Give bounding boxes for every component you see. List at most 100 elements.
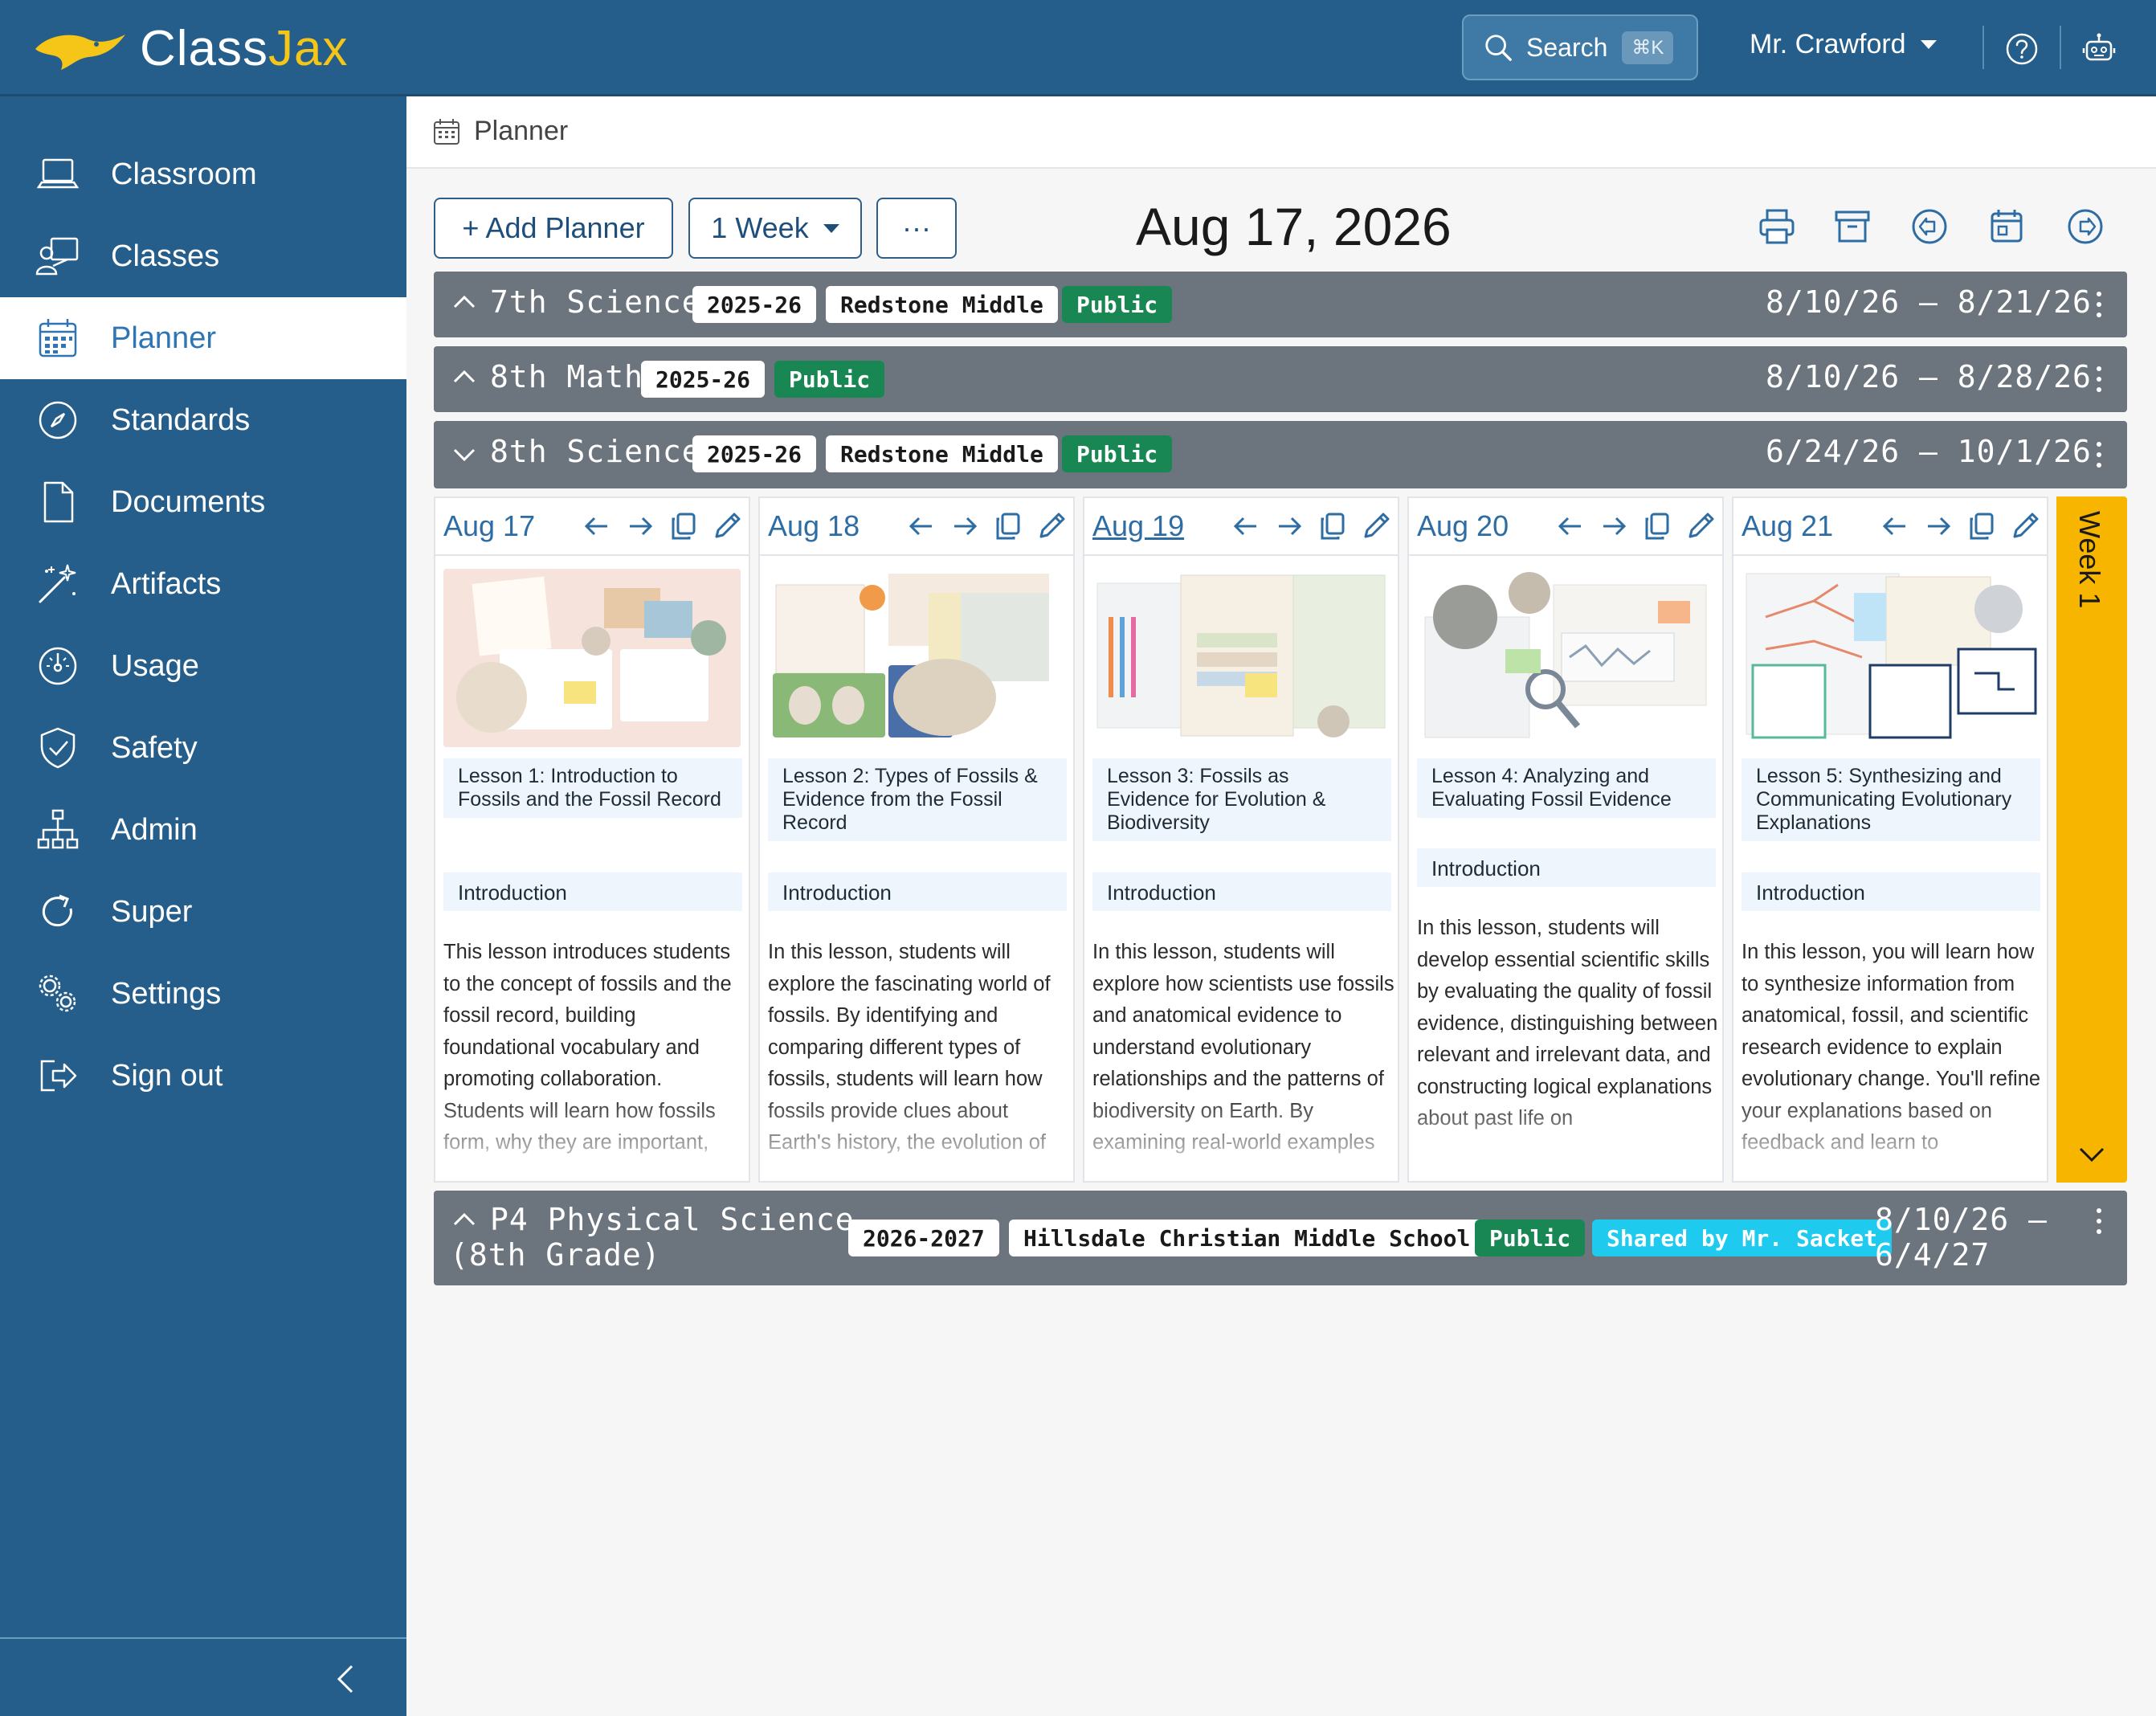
- sidebar-item-sign-out[interactable]: Sign out: [0, 1035, 406, 1117]
- chevron-up-icon[interactable]: [451, 1207, 477, 1232]
- section-label: Introduction: [1742, 872, 2040, 911]
- sidebar-item-admin[interactable]: Admin: [0, 789, 406, 871]
- sidebar-item-usage[interactable]: Usage: [0, 625, 406, 707]
- school-badge: Redstone Middle: [826, 286, 1058, 323]
- planner-title-line-2: (8th Grade): [450, 1237, 661, 1273]
- kebab-menu-icon[interactable]: [2095, 290, 2103, 319]
- lesson-thumbnail[interactable]: [1092, 569, 1390, 747]
- add-planner-button[interactable]: + Add Planner: [434, 198, 673, 259]
- arrow-left-icon[interactable]: [582, 511, 612, 541]
- planner-bar-p4-physical-science[interactable]: P4 Physical Science (8th Grade) 2026-202…: [434, 1191, 2127, 1285]
- copy-icon[interactable]: [993, 511, 1023, 541]
- kebab-menu-icon[interactable]: [2095, 365, 2103, 394]
- arrow-right-icon[interactable]: [949, 511, 980, 541]
- planner-bar-7th-science[interactable]: 7th Science 2025-26 Redstone Middle Publ…: [434, 272, 2127, 337]
- copy-icon[interactable]: [1966, 511, 1997, 541]
- arrow-right-icon[interactable]: [1274, 511, 1305, 541]
- sidebar-item-classroom[interactable]: Classroom: [0, 133, 406, 215]
- week-strip[interactable]: Week 1: [2056, 496, 2127, 1183]
- chevron-up-icon[interactable]: [451, 364, 477, 390]
- arrow-right-icon[interactable]: [1923, 511, 1954, 541]
- chevron-up-icon[interactable]: [451, 289, 477, 315]
- lesson-thumbnail[interactable]: [443, 569, 741, 747]
- copy-icon[interactable]: [1317, 511, 1348, 541]
- sidebar-item-artifacts[interactable]: Artifacts: [0, 543, 406, 625]
- pencil-icon[interactable]: [1685, 511, 1716, 541]
- archive-icon[interactable]: [1833, 207, 1872, 246]
- next-arrow-circle-icon[interactable]: [2066, 207, 2105, 246]
- magic-wand-icon: [39, 564, 76, 603]
- sidebar-item-label: Documents: [111, 484, 266, 519]
- app-logo[interactable]: ClassJax: [32, 18, 349, 79]
- kebab-menu-icon[interactable]: [2095, 1207, 2103, 1236]
- more-options-button[interactable]: ···: [876, 198, 957, 259]
- lesson-thumbnail[interactable]: [1417, 569, 1714, 747]
- arrow-right-icon[interactable]: [1599, 511, 1629, 541]
- teacher-icon: [35, 237, 79, 276]
- day-date[interactable]: Aug 21: [1742, 509, 1833, 543]
- pencil-icon[interactable]: [1361, 511, 1391, 541]
- arrow-right-icon[interactable]: [625, 511, 655, 541]
- year-badge: 2025-26: [641, 361, 766, 398]
- lesson-title[interactable]: Lesson 5: Synthesizing and Communicating…: [1742, 758, 2040, 841]
- search-button[interactable]: Search ⌘K: [1462, 14, 1698, 80]
- sidebar-item-classes[interactable]: Classes: [0, 215, 406, 297]
- sidebar-item-label: Admin: [111, 812, 198, 847]
- day-date[interactable]: Aug 19: [1092, 509, 1184, 543]
- day-column-aug-17: Aug 17 Lesson 1: Introduction to Fossils…: [434, 496, 750, 1183]
- day-date[interactable]: Aug 20: [1417, 509, 1509, 543]
- sidebar-item-super[interactable]: Super: [0, 871, 406, 953]
- arrow-left-icon[interactable]: [1555, 511, 1586, 541]
- copy-icon[interactable]: [668, 511, 699, 541]
- public-badge: Public: [774, 361, 885, 398]
- top-bar: ClassJax Search ⌘K Mr. Crawford: [0, 0, 2156, 96]
- planner-bar-8th-science[interactable]: 8th Science 2025-26 Redstone Middle Publ…: [434, 421, 2127, 488]
- previous-arrow-circle-icon[interactable]: [1910, 207, 1949, 246]
- collapse-sidebar-icon[interactable]: [329, 1661, 365, 1697]
- planner-bar-8th-math[interactable]: 8th Math 2025-26 Public 8/10/26 – 8/28/2…: [434, 346, 2127, 412]
- sidebar-item-standards[interactable]: Standards: [0, 379, 406, 461]
- copy-icon[interactable]: [1642, 511, 1672, 541]
- public-badge: Public: [1062, 435, 1173, 472]
- day-column-aug-18: Aug 18 Lesson 2: Types of Fossils & Evid…: [758, 496, 1075, 1183]
- lesson-title[interactable]: Lesson 1: Introduction to Fossils and th…: [443, 758, 742, 818]
- user-menu[interactable]: Mr. Crawford: [1750, 29, 1937, 60]
- public-badge: Public: [1475, 1220, 1586, 1256]
- arrow-left-icon[interactable]: [1880, 511, 1910, 541]
- lesson-thumbnail[interactable]: [768, 569, 1065, 747]
- page-title: Planner: [474, 116, 569, 146]
- school-badge: Hillsdale Christian Middle School: [1009, 1220, 1485, 1256]
- sidebar-item-planner[interactable]: Planner: [0, 297, 406, 379]
- lesson-title[interactable]: Lesson 3: Fossils as Evidence for Evolut…: [1092, 758, 1391, 841]
- current-date: Aug 17, 2026: [1136, 197, 1452, 256]
- chevron-down-icon[interactable]: [2076, 1138, 2108, 1170]
- print-icon[interactable]: [1758, 207, 1796, 246]
- section-label: Introduction: [768, 872, 1067, 911]
- day-date[interactable]: Aug 18: [768, 509, 860, 543]
- day-column-aug-19: Aug 19 Lesson 3: Fossils as Evidence for…: [1083, 496, 1399, 1183]
- lesson-thumbnail[interactable]: [1742, 569, 2039, 747]
- robot-icon[interactable]: [2080, 31, 2117, 67]
- pencil-icon[interactable]: [2010, 511, 2040, 541]
- sidebar-item-settings[interactable]: Settings: [0, 953, 406, 1035]
- sidebar-item-label: Standards: [111, 402, 251, 437]
- public-badge: Public: [1062, 286, 1173, 323]
- sidebar-item-safety[interactable]: Safety: [0, 707, 406, 789]
- kebab-menu-icon[interactable]: [2095, 440, 2103, 469]
- planner-title: 8th Math: [490, 359, 644, 394]
- sidebar-item-documents[interactable]: Documents: [0, 461, 406, 543]
- arrow-left-icon[interactable]: [1231, 511, 1261, 541]
- lesson-title[interactable]: Lesson 4: Analyzing and Evaluating Fossi…: [1417, 758, 1716, 818]
- day-date[interactable]: Aug 17: [443, 509, 535, 543]
- help-icon[interactable]: [2003, 31, 2040, 67]
- arrow-left-icon[interactable]: [906, 511, 937, 541]
- range-dropdown-label: 1 Week: [711, 211, 809, 244]
- week-label: Week 1: [2073, 511, 2106, 609]
- range-dropdown[interactable]: 1 Week: [688, 198, 862, 259]
- calendar-icon: [39, 319, 77, 358]
- chevron-down-icon[interactable]: [451, 442, 477, 468]
- calendar-today-icon[interactable]: [1987, 207, 2026, 246]
- lesson-title[interactable]: Lesson 2: Types of Fossils & Evidence fr…: [768, 758, 1067, 841]
- pencil-icon[interactable]: [712, 511, 742, 541]
- pencil-icon[interactable]: [1036, 511, 1067, 541]
